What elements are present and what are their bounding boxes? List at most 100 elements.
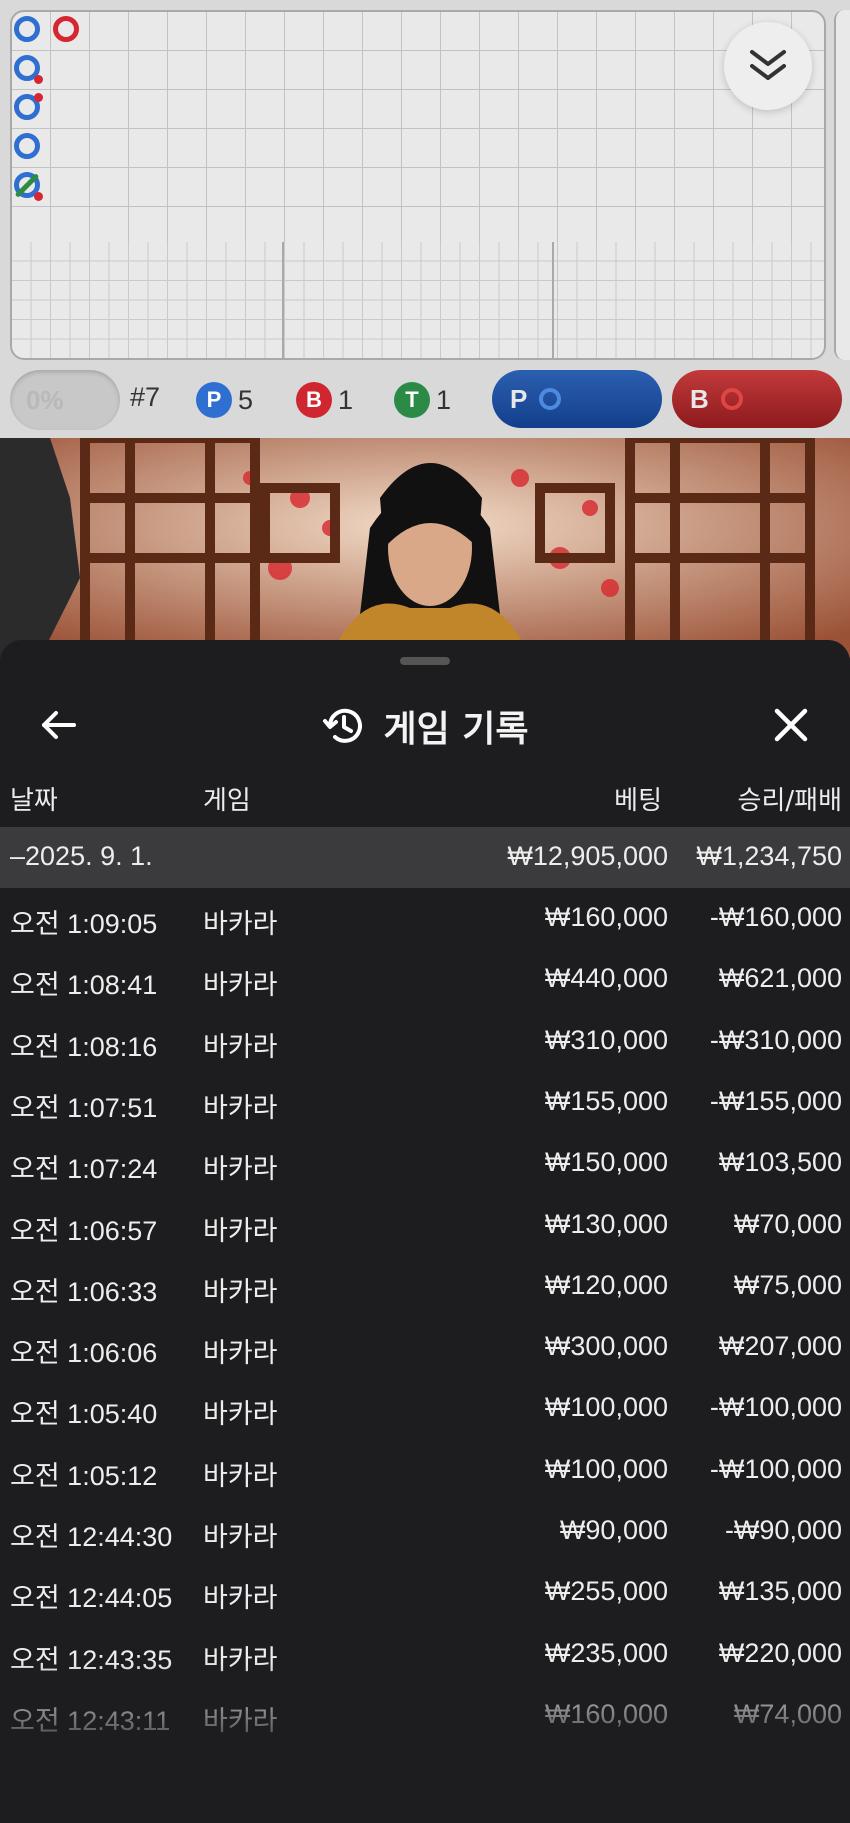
row-result: -₩90,000 [724, 1515, 842, 1545]
banker-marker [53, 16, 79, 42]
row-result: ₩74,000 [733, 1698, 842, 1729]
row-time: 오전 1:09:05 [10, 909, 158, 939]
row-game: 바카라 [203, 1338, 278, 1369]
banker-disc-icon: B [296, 382, 332, 418]
sheet-title: 게임 기록 [383, 709, 529, 750]
row-result: ₩75,000 [733, 1269, 842, 1300]
row-game: 바카라 [203, 1092, 278, 1123]
row-time: 오전 1:05:12 [10, 1460, 158, 1491]
column-header-game: 게임 [203, 786, 251, 816]
column-header-result: 승리/패배 [737, 786, 842, 816]
player-ring-icon [539, 388, 562, 410]
roadmap-panel: 0% #7 P 5 B 1 T 1 P B [0, 0, 850, 438]
player-count-value: 5 [238, 384, 254, 415]
pair-dot [34, 75, 43, 84]
history-row[interactable]: 오전 12:43:35 바카라 ₩235,000 ₩220,000 [0, 1624, 850, 1685]
tie-disc-icon: T [394, 382, 430, 418]
row-time: 오전 1:06:33 [10, 1276, 158, 1307]
row-bet: ₩255,000 [544, 1576, 668, 1607]
tie-count: T 1 [394, 382, 451, 418]
shoe-number: #7 [130, 382, 161, 412]
row-game: 바카라 [203, 1215, 278, 1246]
row-time: 오전 12:43:35 [10, 1644, 173, 1675]
row-time: 오전 1:08:41 [10, 970, 158, 1001]
history-row[interactable]: 오전 12:43:11 바카라 ₩160,000 ₩74,000 [0, 1685, 850, 1746]
sheet-title-group: 게임 기록 [0, 700, 850, 752]
close-button[interactable] [768, 702, 814, 748]
row-time: 오전 1:06:06 [10, 1338, 158, 1369]
row-bet: ₩160,000 [544, 902, 668, 932]
history-row[interactable]: 오전 1:09:05 바카라 ₩160,000 -₩160,000 [0, 888, 850, 949]
player-marker [14, 133, 40, 159]
history-row[interactable]: 오전 1:06:33 바카라 ₩120,000 ₩75,000 [0, 1256, 850, 1317]
row-bet: ₩440,000 [544, 963, 668, 994]
summary-date: –2025. 9. 1. [10, 841, 153, 871]
row-time: 오전 12:43:11 [10, 1705, 171, 1736]
row-time: 오전 12:44:30 [10, 1522, 173, 1552]
banker-count-value: 1 [338, 384, 354, 415]
row-bet: ₩130,000 [544, 1208, 668, 1239]
row-game: 바카라 [203, 1644, 278, 1675]
row-bet: ₩150,000 [544, 1147, 668, 1178]
row-bet: ₩100,000 [544, 1392, 668, 1423]
row-bet: ₩310,000 [544, 1024, 668, 1055]
shoe-progress: 0% [10, 370, 120, 430]
row-bet: ₩100,000 [544, 1453, 668, 1484]
dealer-video-frame [0, 438, 850, 658]
tie-count-value: 1 [436, 384, 452, 415]
row-game: 바카라 [203, 1031, 278, 1062]
collapse-roadmap-button[interactable] [724, 22, 812, 110]
sheet-drag-handle[interactable] [400, 657, 450, 665]
row-game: 바카라 [203, 1460, 278, 1491]
date-summary-row[interactable]: –2025. 9. 1. ₩12,905,000 ₩1,234,750 [0, 827, 850, 888]
row-result: ₩135,000 [718, 1576, 842, 1607]
row-result: -₩310,000 [709, 1024, 842, 1055]
banker-count: B 1 [296, 382, 353, 418]
row-time: 오전 1:08:16 [10, 1031, 158, 1062]
history-row[interactable]: 오전 1:06:57 바카라 ₩130,000 ₩70,000 [0, 1195, 850, 1256]
history-row[interactable]: 오전 1:08:41 바카라 ₩440,000 ₩621,000 [0, 949, 850, 1010]
row-result: ₩207,000 [718, 1331, 842, 1362]
row-game: 바카라 [203, 909, 278, 939]
row-result: -₩100,000 [709, 1392, 842, 1423]
row-time: 오전 1:05:40 [10, 1399, 158, 1430]
column-header-bet: 베팅 [614, 786, 662, 816]
history-row[interactable]: 오전 1:08:16 바카라 ₩310,000 -₩310,000 [0, 1011, 850, 1072]
player-predict-button[interactable]: P [492, 370, 662, 428]
row-time: 오전 1:07:51 [10, 1092, 158, 1123]
summary-bet: ₩12,905,000 [507, 841, 668, 871]
pair-dot [34, 192, 43, 201]
game-history-sheet: 게임 기록 날짜 게임 베팅 승리/패배 –2025. 9. 1. ₩12,90… [0, 640, 850, 1823]
history-row[interactable]: 오전 1:06:06 바카라 ₩300,000 ₩207,000 [0, 1317, 850, 1378]
history-row[interactable]: 오전 1:05:40 바카라 ₩100,000 -₩100,000 [0, 1378, 850, 1439]
row-bet: ₩155,000 [544, 1085, 668, 1116]
scroll-edge [834, 10, 850, 360]
column-header-date: 날짜 [10, 786, 58, 816]
banker-predict-button[interactable]: B [672, 370, 842, 428]
row-result: ₩220,000 [718, 1637, 842, 1668]
shoe-stats-row: 0% #7 P 5 B 1 T 1 P B [0, 368, 850, 432]
history-row[interactable]: 오전 1:07:24 바카라 ₩150,000 ₩103,500 [0, 1133, 850, 1194]
history-row[interactable]: 오전 12:44:05 바카라 ₩255,000 ₩135,000 [0, 1562, 850, 1623]
row-bet: ₩235,000 [544, 1637, 668, 1668]
banker-predict-label: B [690, 383, 709, 414]
row-bet: ₩300,000 [544, 1331, 668, 1362]
player-marker [14, 16, 40, 42]
row-game: 바카라 [203, 1583, 278, 1614]
banker-ring-icon [720, 388, 743, 410]
row-result: -₩160,000 [709, 902, 842, 932]
history-row[interactable]: 오전 1:07:51 바카라 ₩155,000 -₩155,000 [0, 1072, 850, 1133]
big-road-grid [10, 10, 826, 244]
history-row[interactable]: 오전 12:44:30 바카라 ₩90,000 -₩90,000 [0, 1501, 850, 1562]
row-game: 바카라 [203, 1522, 278, 1552]
row-bet: ₩160,000 [544, 1698, 668, 1729]
row-result: ₩621,000 [718, 963, 842, 994]
double-chevron-down-icon [750, 50, 786, 80]
history-row[interactable]: 오전 1:05:12 바카라 ₩100,000 -₩100,000 [0, 1440, 850, 1501]
sheet-header: 게임 기록 [0, 680, 850, 770]
player-predict-label: P [510, 383, 528, 414]
row-game: 바카라 [203, 1399, 278, 1430]
history-icon [323, 708, 363, 743]
live-video-feed [0, 438, 850, 658]
row-result: ₩70,000 [733, 1208, 842, 1239]
